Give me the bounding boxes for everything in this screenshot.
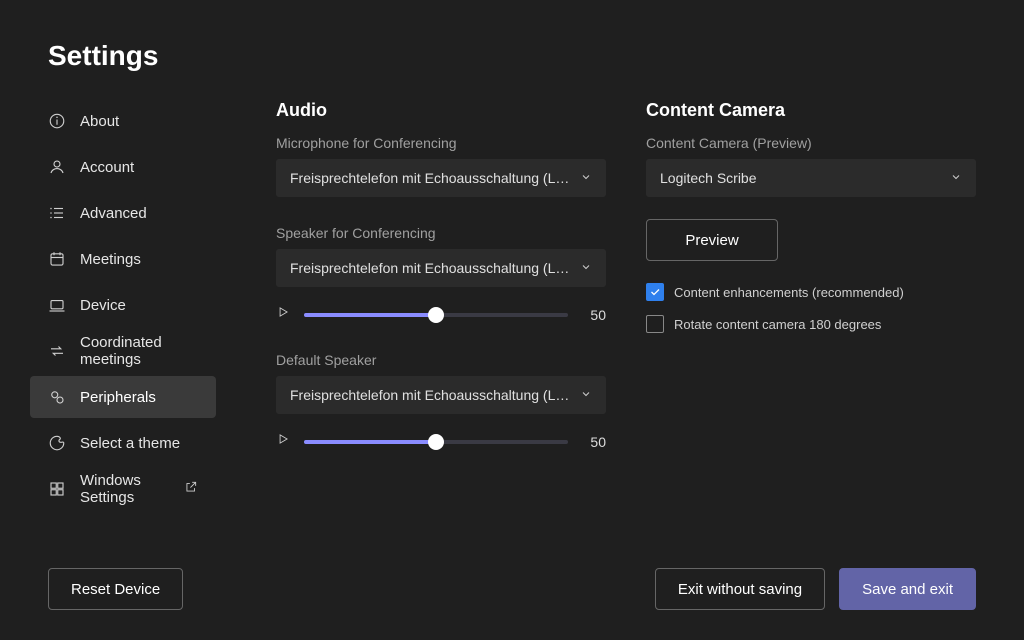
- sidebar-item-label: Advanced: [80, 205, 147, 222]
- speaker-value: Freisprechtelefon mit Echoausschaltung (…: [290, 260, 570, 276]
- sidebar-item-peripherals[interactable]: Peripherals: [30, 376, 216, 418]
- sidebar-item-about[interactable]: About: [30, 100, 216, 142]
- play-icon[interactable]: [276, 305, 290, 324]
- device-icon: [48, 296, 66, 314]
- content-camera-section: Content Camera Content Camera (Preview) …: [646, 100, 976, 548]
- content-enhancements-row: Content enhancements (recommended): [646, 283, 976, 301]
- content-enhancements-checkbox[interactable]: [646, 283, 664, 301]
- camera-label: Content Camera (Preview): [646, 135, 976, 151]
- rotate-camera-row: Rotate content camera 180 degrees: [646, 315, 976, 333]
- chevron-down-icon: [580, 260, 592, 276]
- default-speaker-label: Default Speaker: [276, 352, 606, 368]
- save-and-exit-button[interactable]: Save and exit: [839, 568, 976, 610]
- sidebar-item-select-theme[interactable]: Select a theme: [30, 422, 216, 464]
- speaker-volume-row: 50: [276, 305, 606, 324]
- exit-without-saving-button[interactable]: Exit without saving: [655, 568, 825, 610]
- rotate-camera-label: Rotate content camera 180 degrees: [674, 317, 881, 332]
- speaker-volume-value: 50: [582, 307, 606, 323]
- audio-section: Audio Microphone for Conferencing Freisp…: [276, 100, 606, 548]
- chevron-down-icon: [950, 170, 962, 186]
- default-speaker-volume-slider[interactable]: [304, 440, 568, 444]
- default-speaker-select[interactable]: Freisprechtelefon mit Echoausschaltung (…: [276, 376, 606, 414]
- speaker-label: Speaker for Conferencing: [276, 225, 606, 241]
- sidebar-item-label: Peripherals: [80, 389, 156, 406]
- speaker-volume-slider[interactable]: [304, 313, 568, 317]
- footer: Reset Device Exit without saving Save an…: [48, 548, 976, 610]
- content-enhancements-label: Content enhancements (recommended): [674, 285, 904, 300]
- sync-icon: [48, 342, 66, 360]
- theme-icon: [48, 434, 66, 452]
- sidebar-item-advanced[interactable]: Advanced: [30, 192, 216, 234]
- sidebar-item-label: Coordinated meetings: [80, 334, 198, 368]
- camera-value: Logitech Scribe: [660, 170, 757, 186]
- page-title: Settings: [48, 40, 976, 72]
- sidebar-item-label: About: [80, 113, 119, 130]
- camera-heading: Content Camera: [646, 100, 976, 121]
- sidebar-item-label: Device: [80, 297, 126, 314]
- sidebar-item-label: Account: [80, 159, 134, 176]
- speaker-select[interactable]: Freisprechtelefon mit Echoausschaltung (…: [276, 249, 606, 287]
- chevron-down-icon: [580, 387, 592, 403]
- default-speaker-volume-row: 50: [276, 432, 606, 451]
- sidebar-item-coordinated-meetings[interactable]: Coordinated meetings: [30, 330, 216, 372]
- microphone-label: Microphone for Conferencing: [276, 135, 606, 151]
- sidebar-item-label: Windows Settings: [80, 472, 170, 506]
- sidebar-item-device[interactable]: Device: [30, 284, 216, 326]
- preview-button[interactable]: Preview: [646, 219, 778, 261]
- sidebar-item-label: Meetings: [80, 251, 141, 268]
- settings-sidebar: About Account Advanced Meetings: [30, 100, 216, 548]
- audio-heading: Audio: [276, 100, 606, 121]
- reset-device-button[interactable]: Reset Device: [48, 568, 183, 610]
- sidebar-item-windows-settings[interactable]: Windows Settings: [30, 468, 216, 510]
- sidebar-item-label: Select a theme: [80, 435, 180, 452]
- info-icon: [48, 112, 66, 130]
- sidebar-item-account[interactable]: Account: [30, 146, 216, 188]
- camera-select[interactable]: Logitech Scribe: [646, 159, 976, 197]
- sidebar-item-meetings[interactable]: Meetings: [30, 238, 216, 280]
- play-icon[interactable]: [276, 432, 290, 451]
- chevron-down-icon: [580, 170, 592, 186]
- windows-icon: [48, 480, 66, 498]
- microphone-select[interactable]: Freisprechtelefon mit Echoausschaltung (…: [276, 159, 606, 197]
- default-speaker-volume-value: 50: [582, 434, 606, 450]
- microphone-value: Freisprechtelefon mit Echoausschaltung (…: [290, 170, 570, 186]
- external-link-icon: [184, 480, 198, 498]
- rotate-camera-checkbox[interactable]: [646, 315, 664, 333]
- account-icon: [48, 158, 66, 176]
- list-icon: [48, 204, 66, 222]
- calendar-icon: [48, 250, 66, 268]
- peripherals-icon: [48, 388, 66, 406]
- default-speaker-value: Freisprechtelefon mit Echoausschaltung (…: [290, 387, 570, 403]
